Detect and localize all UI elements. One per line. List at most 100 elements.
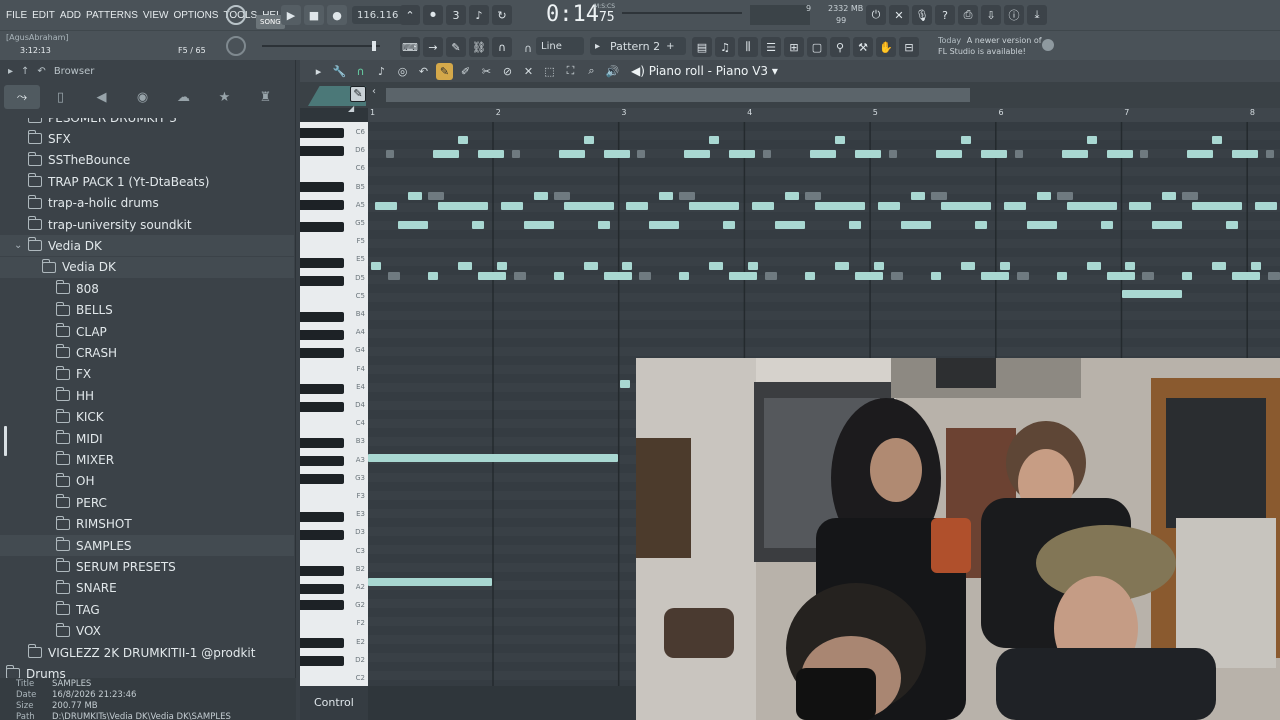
note[interactable]: [679, 272, 690, 280]
pitch-knob[interactable]: [226, 36, 246, 56]
browser-item[interactable]: SFX: [0, 128, 294, 149]
record-button[interactable]: ●: [327, 5, 347, 25]
note[interactable]: [805, 272, 816, 280]
browser-item[interactable]: Vedia DK: [0, 256, 294, 278]
note[interactable]: [1232, 150, 1259, 158]
note[interactable]: [723, 221, 736, 229]
note[interactable]: [458, 136, 468, 144]
note[interactable]: [428, 272, 438, 280]
note[interactable]: [1026, 221, 1057, 229]
note[interactable]: [1192, 202, 1243, 210]
note[interactable]: [1106, 150, 1133, 158]
note-icon[interactable]: ♪: [373, 63, 390, 80]
note[interactable]: [603, 150, 630, 158]
velocity-lane[interactable]: [368, 686, 636, 720]
note[interactable]: [684, 150, 711, 158]
download-icon[interactable]: ⤓: [1027, 5, 1047, 25]
mixer-icon[interactable]: ⫼: [738, 37, 758, 57]
note[interactable]: [659, 192, 674, 200]
note[interactable]: [999, 262, 1010, 270]
browser-item[interactable]: 808: [0, 278, 294, 299]
note[interactable]: [639, 272, 652, 280]
note[interactable]: [960, 136, 971, 144]
browser-tab-starred[interactable]: ★: [204, 85, 245, 109]
export-icon[interactable]: ⇩: [981, 5, 1001, 25]
note[interactable]: [626, 202, 649, 210]
black-key[interactable]: [300, 222, 344, 232]
record-target-icon[interactable]: ◎: [394, 63, 411, 80]
browser-tab-plugins[interactable]: ♜: [245, 85, 286, 109]
black-key[interactable]: [300, 456, 344, 466]
black-key[interactable]: [300, 128, 344, 138]
note[interactable]: [1254, 202, 1277, 210]
channel-rack-icon[interactable]: ☰: [761, 37, 781, 57]
note[interactable]: [752, 202, 775, 210]
draw-tool-icon[interactable]: ✎: [436, 62, 453, 80]
black-key[interactable]: [300, 584, 344, 594]
options-arrow-icon[interactable]: ▸: [310, 63, 327, 80]
note[interactable]: [563, 202, 614, 210]
note[interactable]: [533, 192, 548, 200]
note[interactable]: [368, 454, 618, 462]
wrench-icon[interactable]: 🔧: [331, 63, 348, 80]
typing-keyboard-icon[interactable]: ⌨: [400, 37, 420, 57]
note[interactable]: [1086, 136, 1097, 144]
note[interactable]: [763, 150, 772, 158]
shop-icon[interactable]: ⊟: [899, 37, 919, 57]
browser-item[interactable]: Drums: [0, 663, 294, 678]
undo-icon[interactable]: ↶: [415, 63, 432, 80]
overview-scrollbar[interactable]: [386, 88, 970, 102]
note[interactable]: [375, 202, 397, 210]
browser-tab-online[interactable]: ◉: [122, 85, 163, 109]
note[interactable]: [620, 380, 630, 388]
note[interactable]: [849, 221, 862, 229]
browser-item[interactable]: CRASH: [0, 342, 294, 363]
note[interactable]: [974, 221, 987, 229]
black-key[interactable]: [300, 348, 344, 358]
black-key[interactable]: [300, 474, 344, 484]
note[interactable]: [1003, 202, 1026, 210]
note[interactable]: [496, 262, 507, 270]
metronome-icon[interactable]: ⌃: [400, 5, 420, 25]
note[interactable]: [888, 150, 897, 158]
black-key[interactable]: [300, 330, 344, 340]
edit-pencil-icon[interactable]: ✎: [350, 86, 366, 102]
globe-icon[interactable]: [1042, 39, 1054, 51]
pattern-selector[interactable]: ▸ Pattern 2 +: [590, 37, 686, 55]
note[interactable]: [523, 221, 554, 229]
browser-item[interactable]: VIGLEZZ 2K DRUMKITII-1 @prodkit: [0, 642, 294, 663]
browser-tab-files[interactable]: ▯: [40, 85, 81, 109]
note[interactable]: [458, 262, 472, 270]
note[interactable]: [873, 262, 884, 270]
note[interactable]: [980, 272, 1009, 280]
note[interactable]: [478, 150, 504, 158]
black-key[interactable]: [300, 402, 344, 412]
select-tool-icon[interactable]: ⬚: [541, 63, 558, 80]
note[interactable]: [553, 272, 564, 280]
browser-item[interactable]: MIXER: [0, 449, 294, 470]
note[interactable]: [835, 136, 846, 144]
note[interactable]: [637, 150, 646, 158]
black-key[interactable]: [300, 276, 344, 286]
browser-item[interactable]: ⌄ Vedia DK: [0, 235, 294, 257]
note[interactable]: [371, 262, 381, 270]
browser-item[interactable]: OH: [0, 471, 294, 492]
step-edit-icon[interactable]: ♪: [469, 5, 489, 25]
tools-icon[interactable]: ⚒: [853, 37, 873, 57]
note[interactable]: [408, 192, 422, 200]
note[interactable]: [649, 221, 680, 229]
pencil-icon[interactable]: ✎: [446, 37, 466, 57]
arrow-right-icon[interactable]: →: [423, 37, 443, 57]
note[interactable]: [729, 272, 758, 280]
loop-record-icon[interactable]: ↻: [492, 5, 512, 25]
note[interactable]: [597, 221, 610, 229]
note[interactable]: [386, 150, 394, 158]
tempo-display[interactable]: 116.116: [352, 6, 404, 24]
note[interactable]: [900, 221, 931, 229]
black-key[interactable]: [300, 200, 344, 210]
black-key[interactable]: [300, 312, 344, 322]
note[interactable]: [583, 136, 594, 144]
black-key[interactable]: [300, 512, 344, 522]
browser-item[interactable]: BELLS: [0, 300, 294, 321]
browser-item[interactable]: PESOMER DRUMKIT 3: [0, 118, 294, 128]
